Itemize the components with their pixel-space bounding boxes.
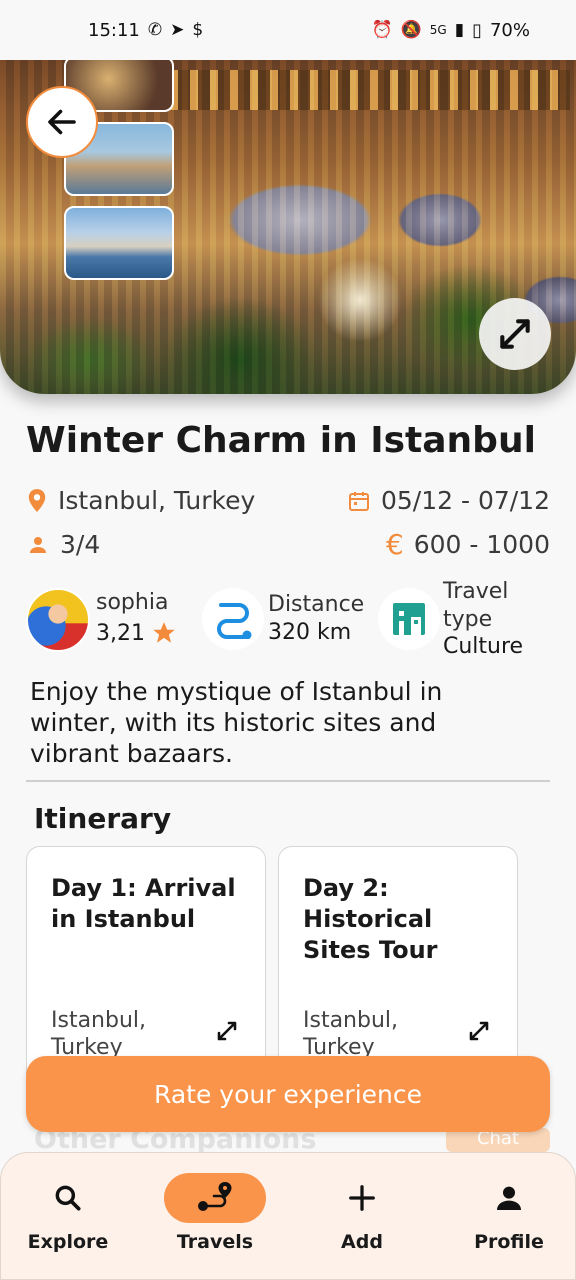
divider: [26, 780, 550, 782]
travel-type-label: Travel type: [443, 579, 509, 632]
app-notification-icon: $: [192, 20, 204, 40]
expand-icon[interactable]: [215, 1019, 239, 1043]
plus-icon: [349, 1185, 375, 1211]
distance-icon-badge: [202, 588, 264, 650]
trip-budget: € 600 - 1000: [386, 528, 550, 561]
euro-icon: €: [385, 528, 404, 561]
battery-level: 70%: [489, 19, 530, 41]
trip-title: Winter Charm in Istanbul: [26, 420, 536, 461]
alarm-icon: ⏰: [371, 20, 393, 40]
itinerary-day-location: Istanbul, Turkey: [51, 1008, 147, 1060]
distance-value: 320 km: [268, 620, 352, 645]
nav-icon-container: [458, 1173, 560, 1223]
itinerary-day-title: Day 2: Historical Sites Tour: [303, 874, 438, 964]
nav-icon-container: [17, 1173, 119, 1223]
star-icon: [153, 622, 175, 643]
trip-participants: 3/4: [26, 530, 100, 559]
nav-label: Add: [341, 1231, 383, 1253]
back-button[interactable]: [26, 86, 98, 158]
nav-icon-container: [311, 1173, 413, 1223]
telegram-icon: ➤: [170, 20, 185, 40]
status-left: 15:11 ✆ ➤ $: [88, 20, 203, 41]
trip-info-row: sophia 3,21 Distance 320 km Travel type …: [26, 578, 566, 659]
nav-item-profile[interactable]: Profile: [444, 1173, 574, 1263]
calendar-icon: [348, 491, 369, 511]
nav-icon-container: [164, 1173, 266, 1223]
trip-dates-text: 05/12 - 07/12: [380, 486, 550, 515]
status-time: 15:11: [88, 19, 140, 41]
travel-type-value: Culture: [443, 634, 524, 659]
network-type: 5G: [429, 23, 447, 37]
location-pin-icon: [28, 488, 46, 512]
route-icon: [198, 1182, 232, 1211]
expand-icon[interactable]: [467, 1019, 491, 1043]
trip-location-text: Istanbul, Turkey: [58, 486, 256, 515]
whatsapp-icon: ✆: [147, 20, 163, 40]
rate-experience-button[interactable]: Rate your experience: [26, 1056, 550, 1132]
nav-label: Travels: [176, 1231, 254, 1253]
status-bar: 15:11 ✆ ➤ $ ⏰ 🔕 5G ▮ ▯ 70%: [0, 0, 576, 60]
person-icon: [30, 536, 46, 553]
meta-row-participants-budget: 3/4 € 600 - 1000: [26, 528, 550, 561]
meta-row-location-dates: Istanbul, Turkey 05/12 - 07/12: [26, 486, 550, 515]
fullscreen-button[interactable]: [479, 298, 551, 370]
distance-label: Distance: [268, 592, 365, 617]
host-name[interactable]: sophia: [96, 590, 168, 615]
trip-participants-text: 3/4: [60, 530, 101, 559]
thumbnail-bosphorus[interactable]: [64, 206, 174, 280]
trip-location: Istanbul, Turkey: [26, 486, 255, 515]
signal-icon: ▮: [454, 20, 465, 40]
battery-icon: ▯: [472, 19, 482, 41]
route-icon: [217, 603, 252, 639]
nav-item-travels[interactable]: Travels: [150, 1173, 280, 1263]
host-rating: 3,21: [96, 620, 177, 646]
travel-type-icon-badge: [378, 588, 440, 650]
itinerary-title: Itinerary: [34, 802, 172, 835]
building-icon: [393, 603, 425, 635]
nav-item-add[interactable]: Add: [297, 1173, 427, 1263]
trip-description: Enjoy the mystique of Istanbul in winter…: [30, 677, 443, 768]
nav-label: Profile: [474, 1231, 544, 1253]
avatar[interactable]: [26, 588, 90, 652]
search-icon: [55, 1185, 81, 1211]
trip-budget-text: 600 - 1000: [413, 530, 550, 559]
trip-dates: 05/12 - 07/12: [347, 486, 550, 515]
mute-icon: 🔕: [400, 20, 422, 40]
bottom-navigation: Explore Travels Add Profile: [0, 1152, 576, 1280]
itinerary-day-location: Istanbul, Turkey: [303, 1008, 399, 1060]
expand-icon: [500, 319, 530, 349]
person-icon: [497, 1186, 521, 1210]
host-rating-value: 3,21: [96, 620, 145, 646]
arrow-left-icon: [48, 109, 76, 135]
itinerary-day-title: Day 1: Arrival in Istanbul: [51, 874, 236, 933]
status-right: ⏰ 🔕 5G ▮ ▯ 70%: [371, 20, 530, 41]
nav-label: Explore: [27, 1231, 109, 1253]
nav-item-explore[interactable]: Explore: [3, 1173, 133, 1263]
